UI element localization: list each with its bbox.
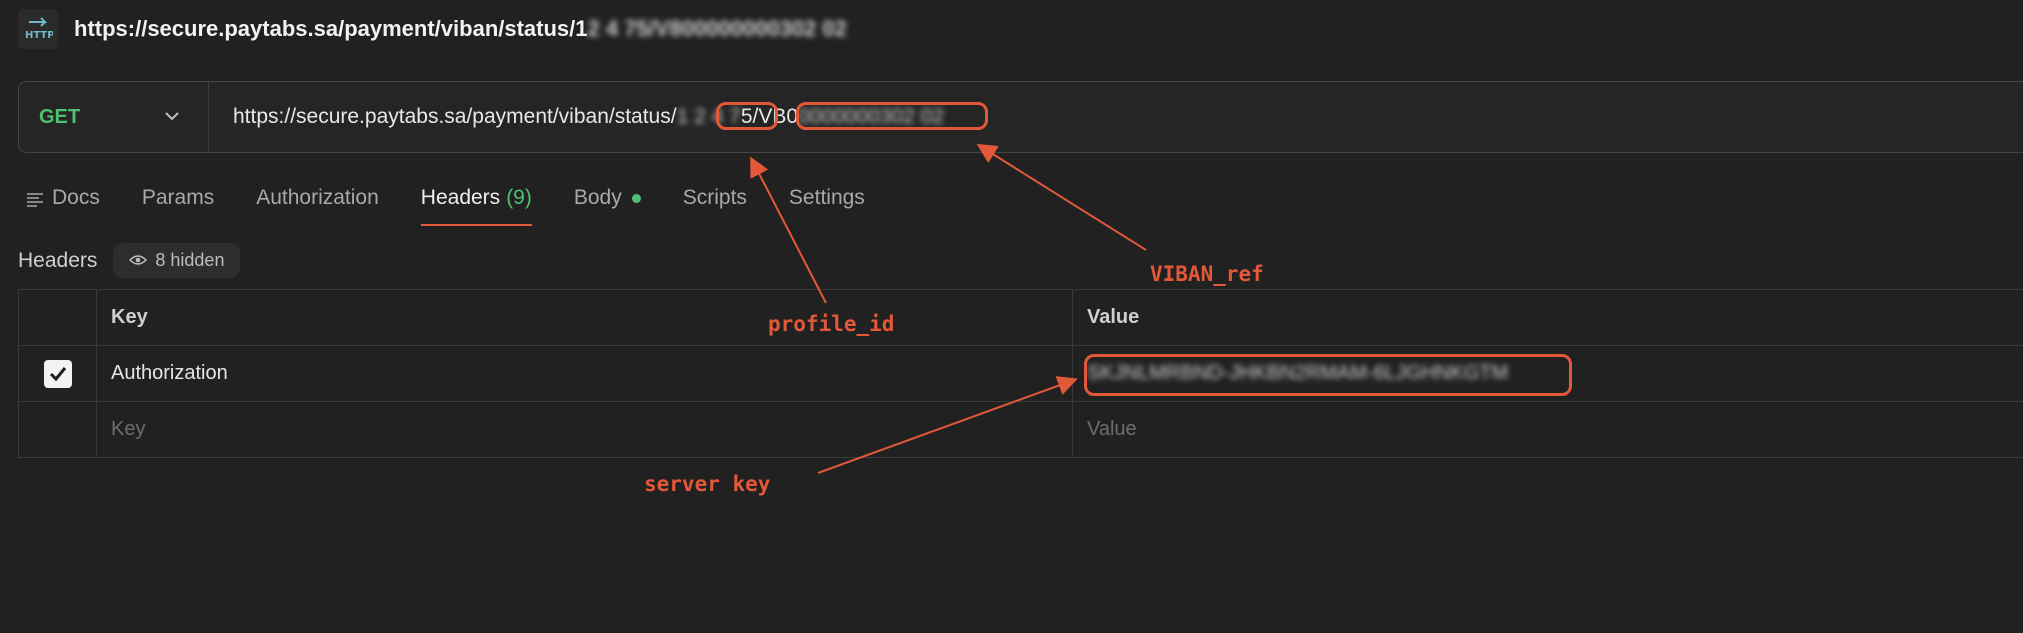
tab-label: Body xyxy=(573,186,622,209)
viban-ref-annotation: VIBAN_ref xyxy=(1150,262,1264,286)
new-value-input[interactable]: Value xyxy=(1073,402,2023,457)
body-indicator-dot xyxy=(631,193,641,203)
title-url-blurred: 2 4 75/V800000000302 02 xyxy=(587,16,847,41)
profile-id-annotation: profile_id xyxy=(768,312,895,336)
checkmark-icon xyxy=(49,366,66,381)
hidden-count: 8 hidden xyxy=(155,250,225,270)
hidden-headers-toggle[interactable]: 8 hidden xyxy=(113,243,241,278)
tab-label: Authorization xyxy=(256,186,379,209)
tab-docs[interactable]: Docs xyxy=(26,180,100,210)
row-enabled-checkbox[interactable] xyxy=(43,359,72,388)
header-key-cell[interactable]: Authorization xyxy=(97,346,1073,401)
tab-label: Headers xyxy=(420,186,501,209)
tab-label: Settings xyxy=(788,186,865,209)
request-view: HTTP https://secure.paytabs.sa/payment/v… xyxy=(0,0,2023,633)
headers-count: (9) xyxy=(506,186,532,209)
docs-lines-icon xyxy=(26,190,44,207)
request-title-row: HTTP https://secure.paytabs.sa/payment/v… xyxy=(18,8,847,50)
method-label: GET xyxy=(39,105,81,128)
method-select[interactable]: GET xyxy=(19,82,209,152)
value-column-header: Value xyxy=(1087,306,1140,328)
chevron-down-icon xyxy=(164,108,180,126)
tab-params[interactable]: Params xyxy=(142,180,214,210)
headers-table: Key Value Authorization SKJNLMRBND-JHKBN… xyxy=(18,289,2023,458)
tab-label: Params xyxy=(141,186,215,209)
tab-label: Docs xyxy=(52,186,100,209)
table-row: Authorization SKJNLMRBND-JHKBN2RMAM-6LJG… xyxy=(18,346,2023,402)
headers-label: Headers xyxy=(18,248,98,272)
server-key-annotation: server key xyxy=(644,472,771,496)
eye-icon xyxy=(129,250,148,271)
request-title[interactable]: https://secure.paytabs.sa/payment/viban/… xyxy=(74,16,847,42)
new-key-input[interactable]: Key xyxy=(97,402,1073,457)
table-header-row: Key Value xyxy=(18,290,2023,346)
url-prefix: https://secure.paytabs.sa/payment/viban/… xyxy=(233,105,677,128)
headers-section-header: Headers 8 hidden xyxy=(18,243,241,278)
url-bar: GET https://secure.paytabs.sa/payment/vi… xyxy=(18,81,2023,153)
row-checkbox-cell xyxy=(18,346,97,401)
row-checkbox-cell xyxy=(18,402,97,457)
tab-authorization[interactable]: Authorization xyxy=(256,180,379,210)
http-request-icon: HTTP xyxy=(18,9,58,49)
server-key-highlight xyxy=(1084,354,1572,396)
title-url-prefix: https://secure.paytabs.sa/payment/viban/… xyxy=(74,16,588,41)
svg-text:HTTP: HTTP xyxy=(25,30,53,41)
tab-settings[interactable]: Settings xyxy=(789,180,865,210)
request-tabs: Docs Params Authorization Headers (9) Bod… xyxy=(26,180,907,226)
checkbox-column-header xyxy=(18,290,97,345)
key-column-header: Key xyxy=(97,290,1073,345)
viban-ref-highlight xyxy=(796,102,988,130)
tab-body[interactable]: Body xyxy=(574,180,641,210)
tab-label: Scripts xyxy=(682,186,747,209)
tab-headers[interactable]: Headers (9) xyxy=(420,180,532,226)
profile-id-highlight xyxy=(716,102,778,130)
tab-scripts[interactable]: Scripts xyxy=(683,180,747,210)
table-row-new: Key Value xyxy=(18,402,2023,458)
